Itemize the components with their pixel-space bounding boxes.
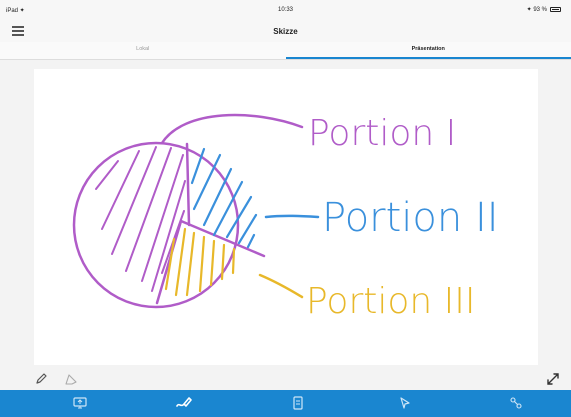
expand-icon[interactable] bbox=[546, 372, 560, 386]
eraser-icon[interactable] bbox=[64, 372, 78, 386]
label-portion-3: Portion III bbox=[306, 281, 476, 322]
status-bar: iPad ✦ 10:33 ✦ 93 % bbox=[0, 0, 571, 20]
draw-icon[interactable] bbox=[176, 396, 192, 410]
tab-praesentation[interactable]: Präsentation bbox=[285, 42, 571, 59]
document-icon[interactable] bbox=[290, 396, 306, 410]
page-title: Skizze bbox=[273, 27, 298, 36]
sketch-canvas[interactable]: Portion I Portion II Portion III bbox=[34, 69, 538, 365]
connector-portion-1 bbox=[160, 113, 304, 145]
pencil-icon[interactable] bbox=[34, 372, 48, 386]
nav-bar: Skizze bbox=[0, 20, 571, 42]
pointer-icon[interactable] bbox=[397, 396, 413, 410]
clock: 10:33 bbox=[277, 7, 293, 13]
battery-label: ✦ 93 % bbox=[526, 7, 547, 13]
blue-hatching bbox=[190, 147, 258, 249]
tab-lokal[interactable]: Lokal bbox=[0, 42, 286, 59]
connector-portion-3 bbox=[258, 273, 304, 299]
battery-indicator: ✦ 93 % bbox=[527, 6, 561, 13]
bottom-tab-bar bbox=[0, 390, 571, 417]
connect-icon[interactable] bbox=[508, 396, 524, 410]
sketch-drawing: Portion I Portion II Portion III bbox=[72, 113, 499, 322]
battery-icon bbox=[550, 7, 561, 12]
pie-divider-top bbox=[185, 142, 191, 227]
label-portion-2: Portion II bbox=[322, 195, 499, 241]
connector-portion-2 bbox=[264, 214, 320, 219]
segment-tabs: Lokal Präsentation bbox=[0, 42, 571, 60]
label-portion-1: Portion I bbox=[308, 113, 456, 154]
drawing-toolbar bbox=[0, 368, 571, 390]
purple-hatching bbox=[95, 146, 186, 292]
screen-share-icon[interactable] bbox=[72, 396, 88, 410]
